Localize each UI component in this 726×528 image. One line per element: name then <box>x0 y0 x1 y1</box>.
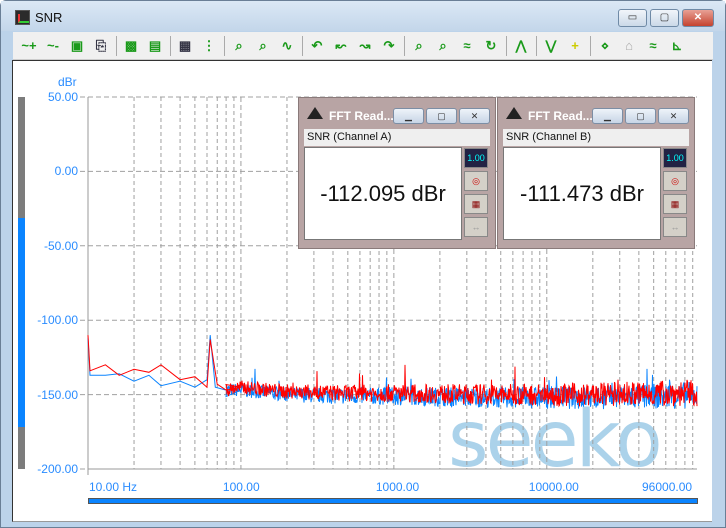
y-tick-label: -100.00 <box>37 313 78 328</box>
x-tick-label: 100.00 <box>222 480 260 494</box>
fft-icon <box>506 107 522 119</box>
y-tick-label: 50.00 <box>47 90 78 104</box>
record-icon[interactable]: ◎ <box>663 171 687 191</box>
readout-value: -112.095 dBr <box>304 147 462 240</box>
edit-table-icon[interactable]: ▦ <box>663 194 687 214</box>
y-tick-label: 0.00 <box>54 164 78 179</box>
readout-caption: SNR (Channel B) <box>503 129 689 146</box>
fft-icon <box>307 107 323 119</box>
y-tick-label: -200.00 <box>37 462 78 476</box>
x-tick-label: 1000.00 <box>375 480 420 494</box>
readout-value: -111.473 dBr <box>503 147 661 240</box>
readout-close-button[interactable]: ✕ <box>658 108 689 124</box>
readout-close-button[interactable]: ✕ <box>459 108 490 124</box>
resize-icon[interactable]: ↔ <box>464 217 488 237</box>
readout-minimize-button[interactable]: ▁ <box>592 108 623 124</box>
fft-readout-b[interactable]: FFT Read... ▁ ▢ ✕ SNR (Channel B) -111.4… <box>497 97 695 249</box>
format-button[interactable]: 1.00 <box>663 148 687 168</box>
x-tick-label: 10000.00 <box>528 480 579 494</box>
x-tick-label: 96000.00 <box>642 480 693 494</box>
y-tick-label: -50.00 <box>43 238 78 253</box>
y-tick-label: -150.00 <box>37 387 78 402</box>
x-tick-label: 10.00 Hz <box>89 480 138 494</box>
record-icon[interactable]: ◎ <box>464 171 488 191</box>
readout-maximize-button[interactable]: ▢ <box>426 108 457 124</box>
readout-caption: SNR (Channel A) <box>304 129 490 146</box>
readout-title: FFT Read... <box>329 109 394 123</box>
fft-plot[interactable] <box>0 0 726 528</box>
readout-maximize-button[interactable]: ▢ <box>625 108 656 124</box>
fft-readout-a[interactable]: FFT Read... ▁ ▢ ✕ SNR (Channel A) -112.0… <box>298 97 496 249</box>
readout-title: FFT Read... <box>528 109 593 123</box>
readout-minimize-button[interactable]: ▁ <box>393 108 424 124</box>
series-channel-a <box>87 335 698 408</box>
format-button[interactable]: 1.00 <box>464 148 488 168</box>
edit-table-icon[interactable]: ▦ <box>464 194 488 214</box>
resize-icon[interactable]: ↔ <box>663 217 687 237</box>
